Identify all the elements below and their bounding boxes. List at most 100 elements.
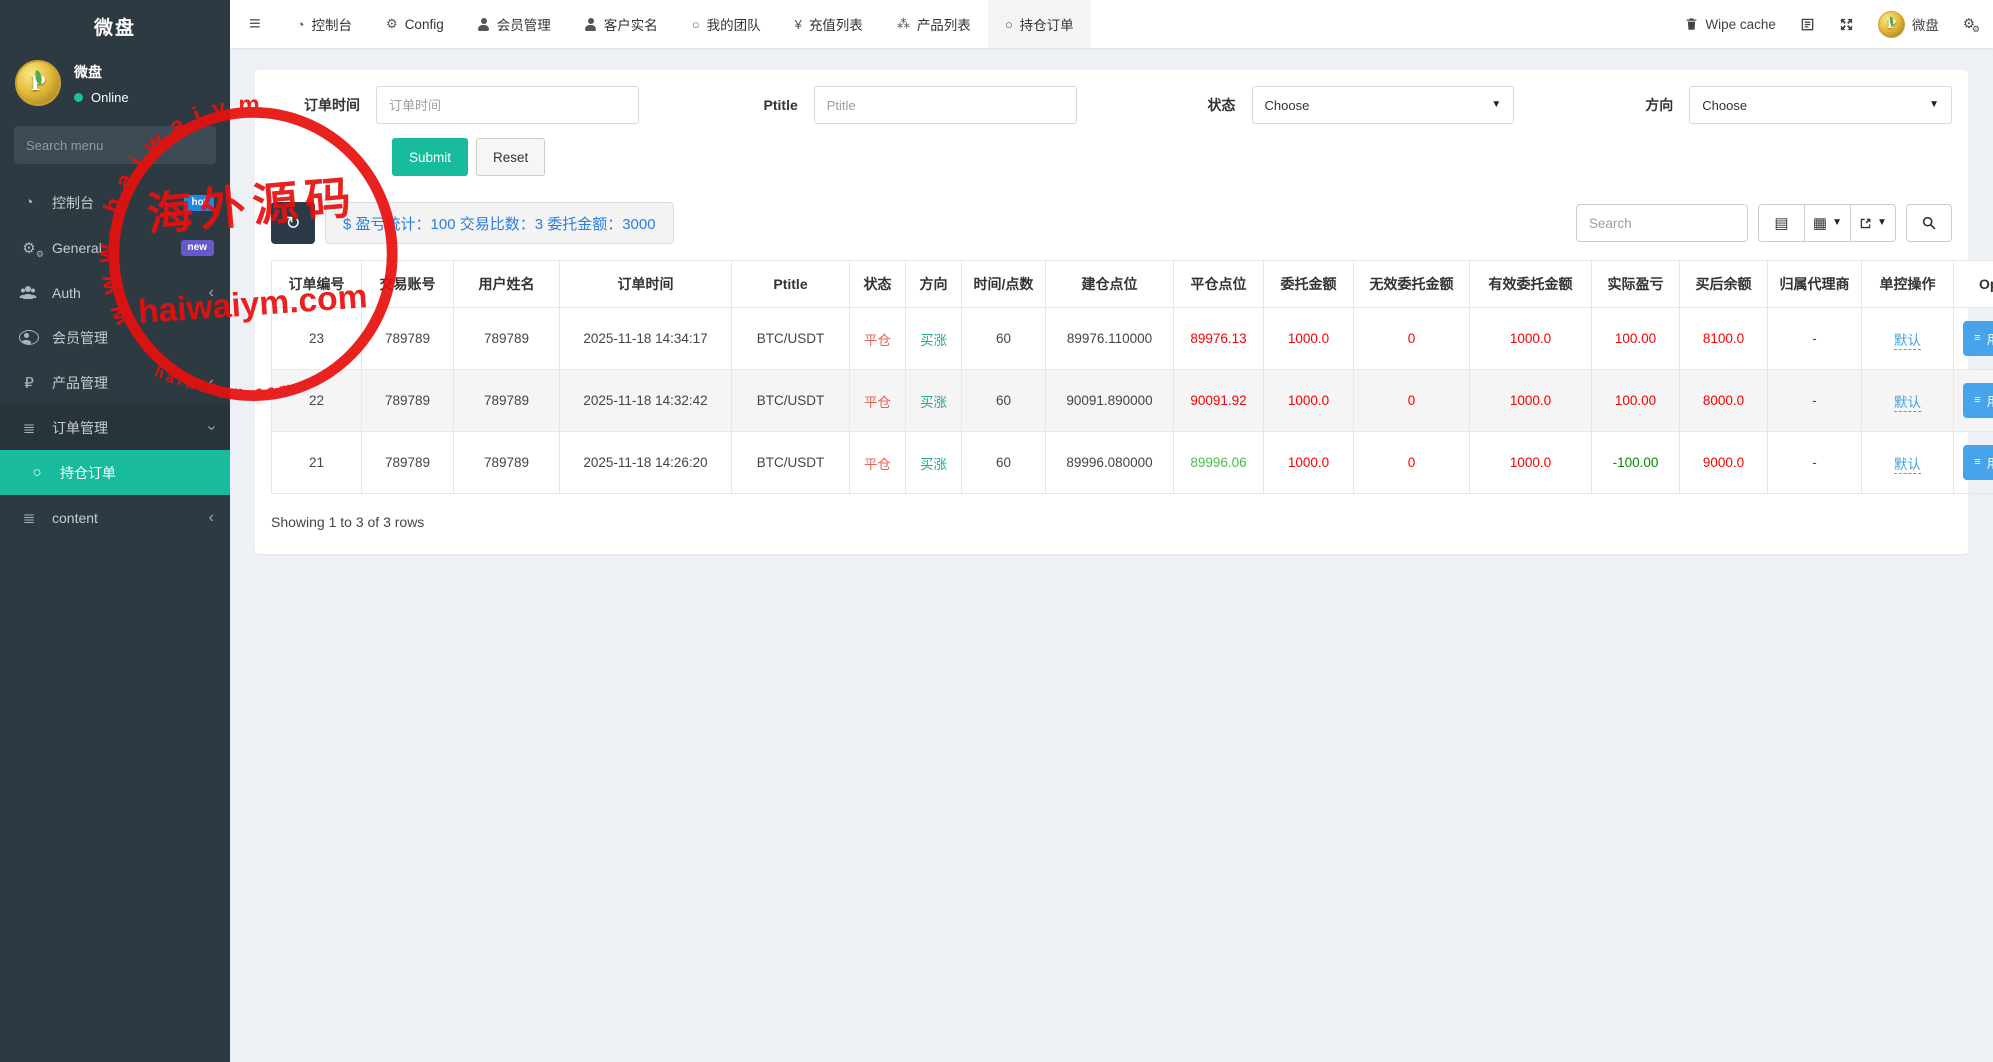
table-cell: 60 <box>962 370 1046 432</box>
wipe-cache-button[interactable]: Wipe cache <box>1685 17 1776 32</box>
document-button[interactable] <box>1800 17 1815 32</box>
submit-button[interactable]: Submit <box>392 138 468 176</box>
order-time-label: 订单时间 <box>271 95 376 115</box>
user-info-button[interactable]: ≡用户信息 <box>1963 383 1993 418</box>
sidebar-item-label: 持仓订单 <box>60 463 116 483</box>
sidebar-item-auth[interactable]: Auth‹ <box>0 270 230 315</box>
wipe-cache-label: Wipe cache <box>1705 17 1776 32</box>
list-icon: ≡ <box>1974 395 1980 406</box>
table-cell: ≡用户信息 <box>1954 308 1993 370</box>
refresh-button[interactable]: ↻ <box>271 202 315 244</box>
order-control-link[interactable]: 默认 <box>1894 457 1921 474</box>
table-cell: 100.00 <box>1592 308 1680 370</box>
columns-button[interactable]: ▦▼ <box>1804 204 1850 242</box>
direction-select[interactable]: Choose ▼ <box>1689 86 1952 124</box>
order-time-input[interactable] <box>376 86 639 124</box>
avatar: P <box>1878 11 1905 38</box>
table-cell: 90091.890000 <box>1046 370 1174 432</box>
sidebar-item-members[interactable]: 会员管理 <box>0 315 230 360</box>
refresh-icon: ↻ <box>285 213 300 234</box>
reset-button[interactable]: Reset <box>476 138 545 176</box>
column-header: Ptitle <box>732 261 850 308</box>
sidebar-item-dashboard[interactable]: ◔控制台hot <box>0 180 230 225</box>
ptitle-input[interactable] <box>814 86 1077 124</box>
sidebar-item-label: 产品管理 <box>52 373 108 393</box>
table-header-row: 订单编号交易账号用户姓名订单时间Ptitle状态方向时间/点数建仓点位平仓点位委… <box>272 261 1993 308</box>
table-cell: 89976.110000 <box>1046 308 1174 370</box>
user-info-button[interactable]: ≡用户信息 <box>1963 321 1993 356</box>
gear-icon: ⚙ <box>386 16 398 32</box>
gears-icon: ⚙⚙ <box>1963 16 1975 32</box>
tab-product-list[interactable]: ⁂产品列表 <box>880 0 988 48</box>
grid-icon: ▦ <box>1813 214 1827 232</box>
sidebar-item-general[interactable]: ⚙⚙Generalnew <box>0 225 230 270</box>
table-cell: 1000.0 <box>1470 370 1592 432</box>
table-cell: 买涨 <box>906 432 962 494</box>
orders-table-wrap: 订单编号交易账号用户姓名订单时间Ptitle状态方向时间/点数建仓点位平仓点位委… <box>271 260 1952 494</box>
pagination-toggle-button[interactable]: ▤ <box>1758 204 1804 242</box>
table-cell: - <box>1768 370 1862 432</box>
table-cell: 100.00 <box>1592 370 1680 432</box>
order-control-link[interactable]: 默认 <box>1894 333 1921 350</box>
user-menu[interactable]: P 微盘 <box>1878 11 1939 38</box>
status-select-value: Choose <box>1265 98 1310 113</box>
table-cell: 90091.92 <box>1174 370 1264 432</box>
chevron-left-icon: ‹ <box>209 510 214 526</box>
list-icon: ≡ <box>1974 333 1980 344</box>
status-select[interactable]: Choose ▼ <box>1252 86 1515 124</box>
column-header: 平仓点位 <box>1174 261 1264 308</box>
sidebar-item-products[interactable]: ₽产品管理‹ <box>0 360 230 405</box>
column-header: 订单时间 <box>560 261 732 308</box>
user-name: 微盘 <box>74 62 129 82</box>
gauge-icon: ◔ <box>297 17 305 32</box>
tab-recharge[interactable]: ¥充值列表 <box>778 0 880 48</box>
tab-label: Config <box>405 17 444 32</box>
sidebar-search-input[interactable] <box>26 138 202 153</box>
tab-team[interactable]: ○我的团队 <box>675 0 778 48</box>
tab-dashboard[interactable]: ◔控制台 <box>280 0 369 48</box>
table-cell: 1000.0 <box>1264 308 1354 370</box>
export-icon <box>1859 217 1872 230</box>
tab-positions[interactable]: ○持仓订单 <box>988 0 1091 48</box>
tab-members[interactable]: 会员管理 <box>461 0 568 48</box>
navbar-tabs: ◔控制台⚙Config会员管理客户实名○我的团队¥充值列表⁂产品列表○持仓订单 <box>280 0 1091 48</box>
table-row: 217897897897892025-11-18 14:26:20BTC/USD… <box>272 432 1993 494</box>
fullscreen-icon <box>1839 17 1854 32</box>
table-cell: 789789 <box>362 370 454 432</box>
user-icon <box>478 18 490 31</box>
table-body: 237897897897892025-11-18 14:34:17BTC/USD… <box>272 308 1993 494</box>
order-control-link[interactable]: 默认 <box>1894 395 1921 412</box>
list-icon: ≣ <box>19 509 39 527</box>
paging-icon: ▤ <box>1774 214 1788 232</box>
user-icon <box>585 18 597 31</box>
tab-config[interactable]: ⚙ Config <box>369 0 461 48</box>
search-icon <box>1922 216 1936 230</box>
column-header: 建仓点位 <box>1046 261 1174 308</box>
user-info-button[interactable]: ≡用户信息 <box>1963 445 1993 480</box>
column-header: 有效委托金额 <box>1470 261 1592 308</box>
settings-button[interactable]: ⚙⚙ <box>1963 16 1975 32</box>
sidebar-item-orders[interactable]: ≣订单管理‹ <box>0 405 230 450</box>
sidebar-item-positions[interactable]: ○持仓订单 <box>0 450 230 495</box>
users-icon <box>19 286 39 299</box>
column-header: 实际盈亏 <box>1592 261 1680 308</box>
table-cell: 8000.0 <box>1680 370 1768 432</box>
table-cell: ≡用户信息 <box>1954 432 1993 494</box>
tab-label: 我的团队 <box>707 14 761 34</box>
sidebar-item-content[interactable]: ≣content‹ <box>0 495 230 540</box>
table-search-input[interactable] <box>1576 204 1748 242</box>
list-icon: ≡ <box>1974 457 1980 468</box>
fullscreen-button[interactable] <box>1839 17 1854 32</box>
export-button[interactable]: ▼ <box>1850 204 1896 242</box>
sidebar-toggle-button[interactable]: ≡ <box>230 0 280 48</box>
navbar-user-label: 微盘 <box>1912 14 1939 34</box>
avatar: P <box>15 60 61 106</box>
table-cell: 2025-11-18 14:32:42 <box>560 370 732 432</box>
chevron-left-icon: ‹ <box>209 285 214 301</box>
column-header: 订单编号 <box>272 261 362 308</box>
table-search-button[interactable] <box>1906 204 1952 242</box>
circle-icon: ○ <box>1005 17 1013 32</box>
tab-kyc[interactable]: 客户实名 <box>568 0 675 48</box>
orders-card: 订单时间 Ptitle 状态 Choose ▼ 方向 Choose ▼ <box>255 70 1968 554</box>
table-toolbar: ↻ $ 盈亏统计：100 交易比数：3 委托金额：3000 ▤ ▦▼ ▼ <box>271 202 1952 244</box>
